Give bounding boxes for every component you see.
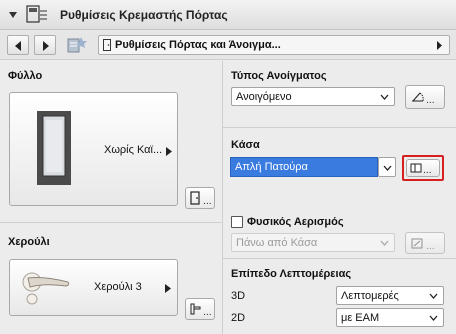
detail-3d-value: Λεπτομερές xyxy=(341,290,399,302)
detail-2d-select[interactable]: με ΕΑΜ xyxy=(336,308,444,327)
svg-text:...: ... xyxy=(203,308,212,317)
chevron-down-icon[interactable] xyxy=(8,10,18,20)
svg-text:...: ... xyxy=(426,242,435,251)
ventilation-select[interactable]: Πάνω από Κάσα xyxy=(231,233,395,252)
ventilation-checkbox[interactable] xyxy=(231,216,243,228)
chevron-right-icon xyxy=(166,147,172,156)
settings-path-label: Ρυθμίσεις Πόρτας και Άνοιγμα... xyxy=(115,39,281,51)
detail-header: Επίπεδο Λεπτομέρειας xyxy=(231,268,352,280)
chevron-down-icon xyxy=(429,293,438,299)
detail-2d-label: 2D xyxy=(231,312,246,324)
settings-path-dropdown[interactable]: Ρυθμίσεις Πόρτας και Άνοιγμα... xyxy=(98,35,450,55)
handle-header: Χερούλι xyxy=(8,236,50,248)
opening-type-value: Ανοιγόμενο xyxy=(236,91,292,103)
door-handle-preview-icon xyxy=(22,272,70,305)
frame-dropdown-button[interactable] xyxy=(378,157,396,177)
handle-settings-button[interactable]: ... xyxy=(185,298,215,320)
detail-2d-value: με ΕΑΜ xyxy=(341,312,380,324)
handle-preview-button[interactable]: Χερούλι 3 xyxy=(9,259,178,316)
leaf-preview-button[interactable]: Χωρίς Καϊ... xyxy=(9,92,178,206)
right-divider-1 xyxy=(223,127,456,128)
svg-text:...: ... xyxy=(423,166,432,176)
chevron-down-icon xyxy=(429,315,438,321)
prev-button[interactable] xyxy=(7,35,29,55)
column-divider xyxy=(222,61,223,334)
opening-type-header: Τύπος Ανοίγματος xyxy=(231,70,327,82)
ventilation-icon: ... xyxy=(411,238,435,251)
chevron-right-icon xyxy=(437,41,442,50)
chevron-down-icon xyxy=(383,165,392,171)
next-button[interactable] xyxy=(34,35,56,55)
chevron-down-icon xyxy=(380,94,389,100)
chevron-down-icon xyxy=(380,240,389,246)
door-swing-icon: ... xyxy=(412,92,435,105)
svg-text:...: ... xyxy=(426,96,435,105)
leaf-settings-button[interactable]: ... xyxy=(185,187,215,209)
leaf-header: Φύλλο xyxy=(8,70,43,82)
frame-select[interactable]: Απλή Πατούρα xyxy=(230,157,378,177)
detail-3d-select[interactable]: Λεπτομερές xyxy=(336,286,444,305)
favorites-icon[interactable] xyxy=(66,35,88,55)
opening-type-select[interactable]: Ανοιγόμενο xyxy=(231,87,395,106)
svg-text:...: ... xyxy=(203,197,212,206)
panel-title: Ρυθμίσεις Κρεμαστής Πόρτας xyxy=(60,8,228,22)
door-leaf-icon: ... xyxy=(190,191,212,206)
frame-profile-icon: ... xyxy=(410,163,432,176)
frame-settings-highlight: ... xyxy=(402,155,444,181)
frame-header: Κάσα xyxy=(231,139,260,151)
handle-preview-label: Χερούλι 3 xyxy=(94,281,142,293)
detail-3d-label: 3D xyxy=(231,290,246,302)
door-leaf-preview-icon xyxy=(37,111,71,185)
leaf-preview-label: Χωρίς Καϊ... xyxy=(104,144,163,156)
left-divider xyxy=(0,222,222,223)
opening-type-settings-button[interactable]: ... xyxy=(405,85,445,109)
chevron-right-icon xyxy=(165,284,171,293)
frame-settings-button[interactable]: ... xyxy=(406,159,440,177)
door-settings-icon xyxy=(26,5,47,23)
ventilation-value: Πάνω από Κάσα xyxy=(236,237,318,249)
frame-value: Απλή Πατούρα xyxy=(235,161,308,173)
nav-bar: Ρυθμίσεις Πόρτας και Άνοιγμα... xyxy=(0,30,456,60)
arrow-right-icon xyxy=(43,41,49,51)
ventilation-label: Φυσικός Αερισμός xyxy=(247,216,344,228)
door-handle-icon: ... xyxy=(190,303,212,317)
ventilation-settings-button[interactable]: ... xyxy=(405,232,445,254)
door-icon xyxy=(103,39,111,51)
arrow-left-icon xyxy=(15,41,21,51)
right-divider-2 xyxy=(223,258,456,259)
panel-title-bar[interactable]: Ρυθμίσεις Κρεμαστής Πόρτας xyxy=(0,0,456,30)
